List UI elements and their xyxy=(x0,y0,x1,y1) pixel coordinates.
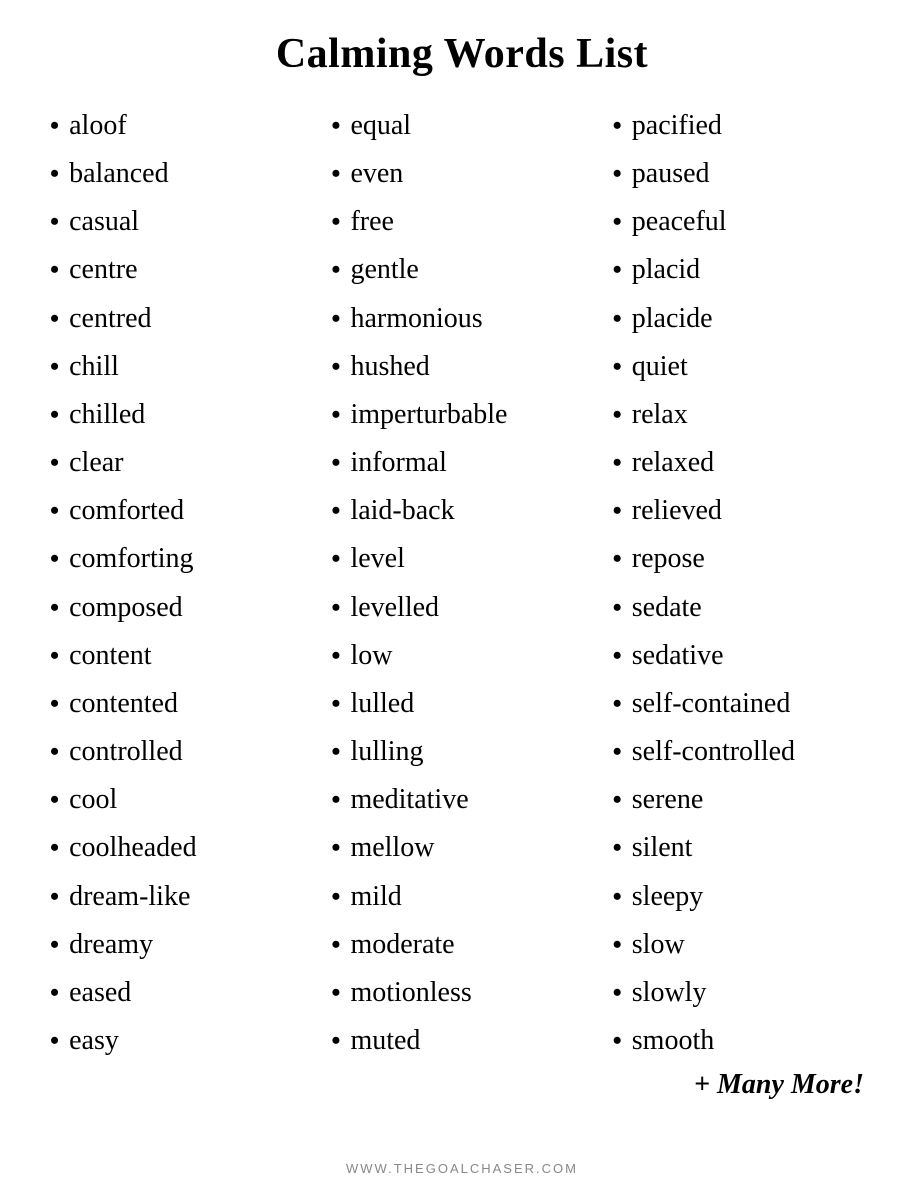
list-item: dreamy xyxy=(50,921,311,969)
list-item: casual xyxy=(50,198,311,246)
list-item: even xyxy=(331,150,592,198)
list-item: free xyxy=(331,198,592,246)
more-label: + Many More! xyxy=(613,1069,874,1101)
list-item: controlled xyxy=(50,728,311,776)
list-item: composed xyxy=(50,584,311,632)
list-item: peaceful xyxy=(613,198,874,246)
list-item: easy xyxy=(50,1017,311,1065)
list-item: imperturbable xyxy=(331,391,592,439)
list-item: centre xyxy=(50,246,311,294)
list-item: quiet xyxy=(613,343,874,391)
footer-text: WWW.THEGOALCHASER.COM xyxy=(346,1145,578,1176)
list-item: comforting xyxy=(50,535,311,583)
list-item: low xyxy=(331,632,592,680)
list-item: placide xyxy=(613,295,874,343)
word-list-2: equalevenfreegentleharmonioushushedimper… xyxy=(331,102,592,1065)
list-item: pacified xyxy=(613,102,874,150)
word-list-1: aloofbalancedcasualcentrecentredchillchi… xyxy=(50,102,311,1065)
list-item: informal xyxy=(331,439,592,487)
list-item: lulling xyxy=(331,728,592,776)
list-item: contented xyxy=(50,680,311,728)
list-item: equal xyxy=(331,102,592,150)
list-item: clear xyxy=(50,439,311,487)
word-column-1: aloofbalancedcasualcentrecentredchillchi… xyxy=(40,102,321,1065)
list-item: sleepy xyxy=(613,873,874,921)
word-column-2: equalevenfreegentleharmonioushushedimper… xyxy=(321,102,602,1065)
word-column-3: pacifiedpausedpeacefulplacidplacidequiet… xyxy=(603,102,884,1101)
list-item: hushed xyxy=(331,343,592,391)
list-item: levelled xyxy=(331,584,592,632)
list-item: silent xyxy=(613,824,874,872)
list-item: relieved xyxy=(613,487,874,535)
list-item: motionless xyxy=(331,969,592,1017)
list-item: content xyxy=(50,632,311,680)
list-item: laid-back xyxy=(331,487,592,535)
list-item: gentle xyxy=(331,246,592,294)
list-item: self-controlled xyxy=(613,728,874,776)
word-columns: aloofbalancedcasualcentrecentredchillchi… xyxy=(40,102,884,1101)
list-item: relaxed xyxy=(613,439,874,487)
list-item: balanced xyxy=(50,150,311,198)
list-item: sedate xyxy=(613,584,874,632)
list-item: muted xyxy=(331,1017,592,1065)
list-item: harmonious xyxy=(331,295,592,343)
list-item: coolheaded xyxy=(50,824,311,872)
list-item: aloof xyxy=(50,102,311,150)
list-item: lulled xyxy=(331,680,592,728)
page-title: Calming Words List xyxy=(276,30,648,78)
list-item: sedative xyxy=(613,632,874,680)
list-item: cool xyxy=(50,776,311,824)
list-item: self-contained xyxy=(613,680,874,728)
list-item: mellow xyxy=(331,824,592,872)
list-item: comforted xyxy=(50,487,311,535)
list-item: level xyxy=(331,535,592,583)
list-item: eased xyxy=(50,969,311,1017)
list-item: repose xyxy=(613,535,874,583)
list-item: meditative xyxy=(331,776,592,824)
list-item: slowly xyxy=(613,969,874,1017)
list-item: placid xyxy=(613,246,874,294)
list-item: mild xyxy=(331,873,592,921)
list-item: chill xyxy=(50,343,311,391)
list-item: serene xyxy=(613,776,874,824)
list-item: relax xyxy=(613,391,874,439)
list-item: paused xyxy=(613,150,874,198)
list-item: smooth xyxy=(613,1017,874,1065)
list-item: moderate xyxy=(331,921,592,969)
word-list-3: pacifiedpausedpeacefulplacidplacidequiet… xyxy=(613,102,874,1065)
list-item: centred xyxy=(50,295,311,343)
list-item: chilled xyxy=(50,391,311,439)
list-item: slow xyxy=(613,921,874,969)
list-item: dream-like xyxy=(50,873,311,921)
